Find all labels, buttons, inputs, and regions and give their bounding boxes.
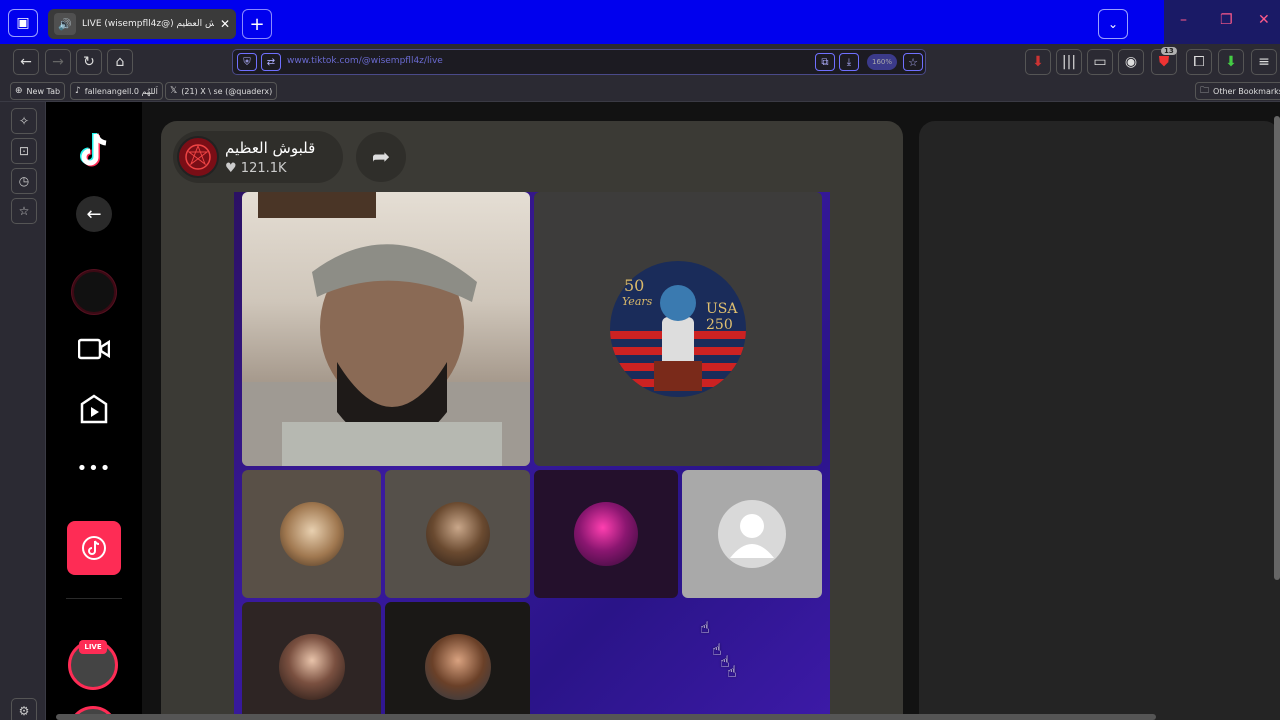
speaker-icon[interactable]: 🔊 [54,13,76,35]
live-studio-icon[interactable] [76,331,112,367]
bookmark-label: New Tab [26,86,61,96]
heart-icon: ♥ [225,161,237,176]
guest-tile[interactable] [385,470,530,598]
permissions-icon[interactable]: ⇄ [261,53,281,71]
x-icon: 𝕏 [170,86,178,96]
shield-icon[interactable]: ⛨ [237,53,257,71]
tiktok-icon: ♪ [75,86,81,96]
restore-icon[interactable]: ❐ [1220,12,1233,28]
close-window-icon[interactable]: ✕ [1258,12,1270,28]
guest-avatar [424,634,491,700]
tab-tiktok-live[interactable]: 🔊 LIVE (wisempfll4z@) قلبوش العظيم ✕ [48,9,236,39]
account-icon[interactable]: ◉ [1118,49,1144,75]
tab-title: LIVE (wisempfll4z@) قلبوش العظيم [82,19,214,29]
default-avatar-icon [718,500,786,568]
guest-tile[interactable] [682,470,822,598]
featured-text-250: 250 [706,317,733,333]
tab-overflow-chevron-icon[interactable]: ⌄ [1098,9,1128,39]
host-avatar[interactable] [177,136,219,178]
host-video-frame [242,192,530,466]
guest-avatar [279,502,344,566]
likes-count: ♥ 121.1K [225,161,287,176]
url-text[interactable]: www.tiktok.com/@wisempfll4z/live [287,56,443,66]
horizontal-scrollbar[interactable] [56,714,1156,720]
minimize-icon[interactable]: – [1180,12,1187,28]
more-icon[interactable]: ••• [76,458,112,479]
featured-text-50: 50 [624,276,644,295]
folder-icon: 🗀 [1200,86,1210,96]
other-bookmarks[interactable]: 🗀 Other Bookmarks [1195,82,1280,100]
extensions-icon[interactable]: ⧠ [1186,49,1212,75]
explore-icon[interactable] [76,391,112,427]
forward-icon[interactable]: → [45,49,71,75]
share-icon[interactable]: ➦ [356,132,406,182]
synced-tabs-icon[interactable]: ⊡ [11,138,37,164]
history-icon[interactable]: ◷ [11,168,37,194]
menu-icon[interactable]: ≡ [1251,49,1277,75]
browser-tab-bar: ▣ 🔊 LIVE (wisempfll4z@) قلبوش العظيم ✕ +… [0,0,1280,44]
guest-tile[interactable] [534,470,678,598]
live-badge: LIVE [79,640,107,654]
likes-value: 121.1K [240,161,287,176]
tiktok-page: ← ••• LIVE قلبوش العظيم ♥ 121.1K ➦ 50 Ye… [46,102,1280,720]
sidebar-settings-icon[interactable]: ⚙ [11,698,37,720]
close-tab-icon[interactable]: ✕ [220,17,230,31]
tiktok-note-icon [82,536,106,560]
zoom-level[interactable]: 160% [867,54,897,70]
reload-icon[interactable]: ↻ [76,49,102,75]
featured-guest-avatar: 50 Years USA 250 [610,261,746,397]
guest-avatar [278,634,345,700]
tab-list-icon[interactable]: ▣ [8,9,38,37]
featured-guest-tile[interactable]: 50 Years USA 250 [534,192,822,466]
profile-avatar[interactable] [72,270,116,314]
bookmark-label: (21) X \ se (@quaderx) [181,86,273,96]
home-icon[interactable]: ⌂ [107,49,133,75]
library-icon[interactable]: ||| [1056,49,1082,75]
address-bar[interactable]: ⛨ ⇄ www.tiktok.com/@wisempfll4z/live ⧉ ⤓… [232,49,926,75]
tiktok-logo-icon[interactable] [76,130,112,170]
back-icon[interactable]: ← [13,49,39,75]
featured-text-usa: USA [706,301,738,317]
guest-tile[interactable] [385,602,530,720]
bookmarks-toolbar: ⊕ New Tab ♪ fallenangell.0 اَللهُم 𝕏 (21… [0,80,1280,102]
guest-tile[interactable] [242,602,381,720]
multi-guest-grid: 50 Years USA 250 [234,192,830,720]
bookmark-fallenangell[interactable]: ♪ fallenangell.0 اَللهُم [70,82,163,100]
bookmark-x[interactable]: 𝕏 (21) X \ se (@quaderx) [165,82,278,100]
browser-sidebar: ✧ ⊡ ◷ ☆ ⚙ [0,102,46,720]
live-stream-stage: قلبوش العظيم ♥ 121.1K ➦ 50 Years USA 250 [161,121,903,720]
pocket-icon[interactable]: ⬇ [1025,49,1051,75]
guest-tile[interactable] [242,470,381,598]
back-button[interactable]: ← [76,196,112,232]
host-video-tile[interactable] [242,192,530,466]
tiktok-sidebar: ← ••• LIVE [46,102,142,720]
ai-chat-icon[interactable]: ✧ [11,108,37,134]
live-button[interactable] [67,521,121,575]
chat-panel [919,121,1280,720]
bookmarks-icon[interactable]: ☆ [11,198,37,224]
hand-cursor-icon: ☝ [727,662,737,681]
bookmark-star-icon[interactable]: ☆ [903,53,923,71]
host-info[interactable]: قلبوش العظيم ♥ 121.1K [173,131,343,183]
bookmark-label: fallenangell.0 اَللهُم [84,86,158,96]
guest-avatar [425,502,490,566]
guest-avatar [574,502,638,566]
vertical-scrollbar[interactable] [1274,116,1280,580]
navigation-toolbar: ← → ↻ ⌂ ⛨ ⇄ www.tiktok.com/@wisempfll4z/… [0,44,1280,80]
sidebar-divider [66,598,122,599]
new-tab-button[interactable]: + [242,9,272,39]
picture-in-picture-icon[interactable]: ⧉ [815,53,835,71]
featured-text-years: Years [622,295,653,308]
download-icon[interactable]: ⬇ [1218,49,1244,75]
bookmark-new-tab[interactable]: ⊕ New Tab [10,82,66,100]
hand-cursor-icon: ☝ [700,618,710,637]
host-name: قلبوش العظيم [225,139,316,157]
sidebar-toggle-icon[interactable]: ▭ [1087,49,1113,75]
save-page-icon[interactable]: ⤓ [839,53,859,71]
extension-count-badge: 13 [1161,47,1177,55]
globe-icon: ⊕ [15,86,23,96]
other-bookmarks-label: Other Bookmarks [1213,86,1280,96]
